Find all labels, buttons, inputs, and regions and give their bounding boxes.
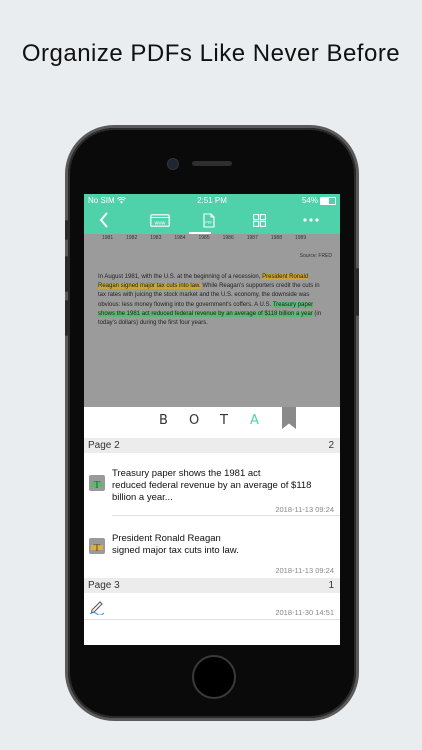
- pdf-label: PDF: [205, 220, 213, 224]
- front-camera: [167, 158, 179, 170]
- grid-button[interactable]: [251, 210, 267, 230]
- chart-year-axis: 1981 1982 1983 1984 1985 1986 1987 1988 …: [102, 235, 306, 241]
- pdf-button[interactable]: PDF: [201, 210, 217, 230]
- chevron-left-icon: [99, 212, 108, 228]
- section-count: 2: [328, 440, 334, 451]
- volume-up-button: [65, 256, 68, 292]
- power-button: [356, 268, 359, 316]
- text-highlight-icon: T: [89, 538, 105, 554]
- section-count: 1: [328, 580, 334, 591]
- icon-glyph: T: [94, 479, 101, 491]
- annotation-date: 2018-11-13 09:24: [275, 566, 334, 575]
- tab-annotations[interactable]: A: [250, 413, 259, 428]
- tab-bookmarks[interactable]: B: [159, 413, 168, 428]
- year-label: 1988: [270, 235, 282, 241]
- year-label: 1981: [102, 235, 114, 241]
- annotation-text-line: President Ronald Reagan: [112, 533, 221, 544]
- annotation-date: 2018-11-13 09:24: [275, 505, 334, 514]
- year-label: 1985: [198, 235, 210, 241]
- earpiece-speaker: [192, 161, 232, 166]
- battery-icon: [320, 196, 336, 205]
- annotation-text-line: reduced federal revenue by an average of…: [112, 480, 312, 491]
- top-toolbar: www PDF: [84, 207, 340, 234]
- phone-frame: No SIM 2:51 PM 54% www PDF 1981 1982 198…: [65, 128, 359, 718]
- year-label: 1989: [295, 235, 307, 241]
- grid-icon: [252, 213, 266, 227]
- www-icon: www: [150, 213, 170, 227]
- annotation-text-line: billion a year...: [112, 492, 173, 503]
- status-bar: No SIM 2:51 PM 54%: [84, 194, 340, 207]
- battery-percent: 54%: [301, 196, 318, 205]
- web-button[interactable]: www: [148, 210, 172, 230]
- pdf-paragraph[interactable]: In August 1981, with the U.S. at the beg…: [98, 273, 326, 328]
- mute-switch: [65, 220, 68, 240]
- pdf-page-view[interactable]: 1981 1982 1983 1984 1985 1986 1987 1988 …: [84, 234, 340, 407]
- section-title: Page 2: [88, 440, 120, 451]
- more-button[interactable]: [302, 210, 320, 230]
- annotation-text-line: Treasury paper shows the 1981 act: [112, 468, 261, 479]
- year-label: 1982: [126, 235, 138, 241]
- pdf-text-run: In August 1981, with the U.S. at the beg…: [98, 274, 263, 280]
- more-icon: [303, 218, 319, 222]
- annotation-date: 2018-11-30 14:51: [275, 608, 334, 617]
- text-highlight-icon: T: [89, 475, 105, 491]
- year-label: 1987: [246, 235, 258, 241]
- pen-icon: [89, 599, 105, 616]
- divider: [112, 515, 340, 516]
- volume-down-button: [65, 300, 68, 336]
- annotation-text: President Ronald Reagan signed major tax…: [112, 533, 332, 557]
- app-screen: No SIM 2:51 PM 54% www PDF 1981 1982 198…: [84, 194, 340, 645]
- battery-status: 54%: [302, 196, 336, 205]
- section-title: Page 3: [88, 580, 120, 591]
- year-label: 1983: [150, 235, 162, 241]
- headline: Organize PDFs Like Never Before: [21, 40, 401, 67]
- home-button[interactable]: [192, 655, 236, 699]
- tab-thumbnails[interactable]: T: [220, 413, 228, 428]
- annotation-panel: B O T A Page 2 2 T Treasury paper shows …: [84, 407, 340, 645]
- www-label: www: [155, 220, 166, 226]
- bota-tabs: B O T A: [84, 407, 340, 435]
- annotation-text: Treasury paper shows the 1981 act reduce…: [112, 468, 332, 504]
- bookmark-icon[interactable]: [282, 407, 296, 429]
- annotation-text-line: signed major tax cuts into law.: [112, 545, 239, 556]
- divider: [84, 619, 340, 620]
- icon-glyph: T: [94, 542, 101, 554]
- section-header-page-2[interactable]: Page 2 2: [84, 438, 340, 453]
- section-header-page-3[interactable]: Page 3 1: [84, 578, 340, 593]
- pdf-file-icon: PDF: [203, 212, 215, 228]
- chart-source: Source: FRED: [299, 253, 332, 259]
- back-button[interactable]: [96, 210, 112, 230]
- tab-outline[interactable]: O: [189, 413, 199, 428]
- year-label: 1984: [174, 235, 186, 241]
- year-label: 1986: [222, 235, 234, 241]
